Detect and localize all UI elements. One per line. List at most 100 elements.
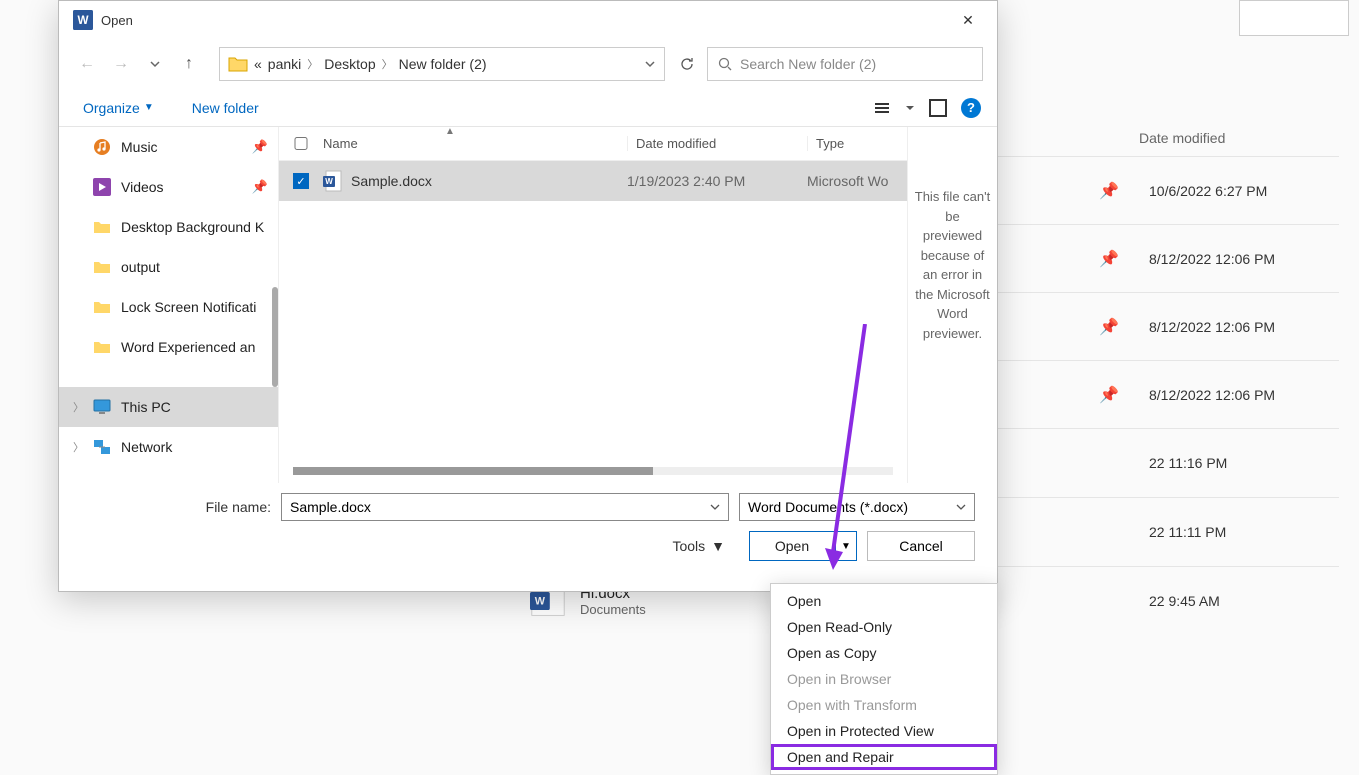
recent-dropdown[interactable] (141, 50, 169, 78)
tree-item-network[interactable]: 〉 Network (59, 427, 278, 467)
folder-icon (93, 259, 111, 275)
pin-icon[interactable]: 📌 (1099, 385, 1119, 405)
preview-pane-button[interactable] (929, 99, 947, 117)
refresh-button[interactable] (673, 50, 701, 78)
combo-dropdown-icon[interactable] (956, 502, 966, 512)
horizontal-scrollbar[interactable] (293, 467, 893, 475)
newfolder-label: New folder (192, 100, 259, 116)
chevron-right-icon[interactable]: 〉 (73, 439, 84, 455)
tree-item-this-pc[interactable]: 〉 This PC (59, 387, 278, 427)
breadcrumb-item[interactable]: New folder (2) (399, 56, 487, 72)
address-dropdown-icon[interactable] (644, 58, 656, 70)
tree-item-folder[interactable]: Lock Screen Notificati (59, 287, 278, 327)
new-folder-button[interactable]: New folder (184, 96, 267, 120)
forward-button[interactable]: → (107, 50, 135, 78)
breadcrumb-truncate: « (254, 56, 262, 72)
cancel-button[interactable]: Cancel (867, 531, 975, 561)
tree-label: Lock Screen Notificati (121, 299, 256, 315)
help-button[interactable]: ? (961, 98, 981, 118)
file-name: Sample.docx (351, 173, 627, 189)
tree-item-music[interactable]: Music📌 (59, 127, 278, 167)
view-list-icon[interactable] (873, 101, 891, 115)
menu-open-protected[interactable]: Open in Protected View (771, 718, 997, 744)
open-split-button[interactable]: Open ▼ (749, 531, 857, 561)
dialog-title: Open (101, 13, 133, 28)
tree-item-folder[interactable]: output (59, 247, 278, 287)
file-filter-dropdown[interactable]: Word Documents (*.docx) (739, 493, 975, 521)
folder-tree[interactable]: Music📌 Videos 📌 Desktop Background K outp… (59, 127, 279, 483)
col-name[interactable]: Name▲ (323, 136, 627, 151)
open-dropdown-button[interactable]: ▼ (835, 531, 857, 561)
row-checkbox[interactable]: ✓ (293, 173, 309, 189)
caret-down-icon: ▼ (711, 538, 725, 554)
folder-icon (93, 299, 111, 315)
menu-open-repair[interactable]: Open and Repair (771, 744, 997, 770)
file-date: 22 11:11 PM (1149, 524, 1329, 540)
open-dialog: W Open ✕ ← → ↑ « panki 〉 Desktop 〉 New f… (58, 0, 998, 592)
pin-icon: 📌 (252, 179, 268, 195)
pc-icon (93, 399, 111, 415)
tree-item-folder[interactable]: Desktop Background K (59, 207, 278, 247)
file-date: 8/12/2022 12:06 PM (1149, 387, 1329, 403)
breadcrumb-item[interactable]: panki (268, 56, 301, 72)
folder-icon (93, 339, 111, 355)
chevron-right-icon[interactable]: 〉 (73, 399, 84, 415)
filename-input[interactable]: Sample.docx (281, 493, 729, 521)
address-bar[interactable]: « panki 〉 Desktop 〉 New folder (2) (219, 47, 665, 81)
word-doc-icon: W (323, 170, 343, 192)
svg-text:W: W (325, 177, 333, 186)
network-icon (93, 439, 111, 455)
breadcrumb-item[interactable]: Desktop (324, 56, 375, 72)
search-placeholder: Search New folder (2) (740, 56, 876, 72)
header-date-modified: Date modified (1139, 130, 1319, 146)
search-icon (718, 57, 732, 71)
pin-icon[interactable]: 📌 (1099, 181, 1119, 201)
preview-pane: This file can't be previewed because of … (907, 127, 997, 483)
breadcrumb-sep-icon: 〉 (382, 56, 393, 72)
up-button[interactable]: ↑ (175, 50, 203, 78)
menu-open[interactable]: Open (771, 588, 997, 614)
tree-item-folder[interactable]: Word Experienced an (59, 327, 278, 367)
filename-label: File name: (81, 499, 271, 515)
tree-label: output (121, 259, 160, 275)
tree-label: Word Experienced an (121, 339, 255, 355)
tree-label: Network (121, 439, 172, 455)
pin-icon[interactable]: 📌 (1099, 249, 1119, 269)
tools-button[interactable]: Tools ▼ (672, 538, 725, 554)
folder-icon (228, 55, 248, 73)
toolbar: Organize▼ New folder ? (59, 89, 997, 127)
tree-item-videos[interactable]: Videos 📌 (59, 167, 278, 207)
dialog-body: Music📌 Videos 📌 Desktop Background K outp… (59, 127, 997, 483)
file-date: 8/12/2022 12:06 PM (1149, 319, 1329, 335)
tree-scrollbar[interactable] (272, 287, 278, 387)
music-icon (93, 138, 111, 156)
tree-label: This PC (121, 399, 171, 415)
scrollbar-thumb[interactable] (293, 467, 653, 475)
select-all-checkbox[interactable] (293, 137, 309, 150)
pin-icon[interactable]: 📌 (1099, 317, 1119, 337)
file-date: 22 11:16 PM (1149, 455, 1329, 471)
menu-open-readonly[interactable]: Open Read-Only (771, 614, 997, 640)
file-date: 1/19/2023 2:40 PM (627, 173, 807, 189)
combo-dropdown-icon[interactable] (710, 502, 720, 512)
open-button[interactable]: Open (749, 531, 835, 561)
close-button[interactable]: ✕ (945, 4, 991, 36)
search-input[interactable]: Search New folder (2) (707, 47, 983, 81)
organize-button[interactable]: Organize▼ (75, 96, 162, 120)
col-date[interactable]: Date modified (627, 136, 807, 151)
tree-label: Desktop Background K (121, 219, 264, 235)
menu-open-copy[interactable]: Open as Copy (771, 640, 997, 666)
view-dropdown-icon[interactable] (905, 103, 915, 113)
col-type[interactable]: Type (807, 136, 907, 151)
sort-asc-icon: ▲ (445, 126, 455, 137)
menu-open-transform: Open with Transform (771, 692, 997, 718)
tools-label: Tools (672, 538, 705, 554)
svg-text:W: W (535, 596, 546, 608)
bg-search-box[interactable] (1239, 0, 1349, 36)
back-button[interactable]: ← (73, 50, 101, 78)
file-row[interactable]: ✓ W Sample.docx 1/19/2023 2:40 PM Micros… (279, 161, 907, 201)
file-date: 10/6/2022 6:27 PM (1149, 183, 1329, 199)
tree-label: Videos (121, 179, 164, 195)
svg-text:W: W (77, 14, 88, 27)
filter-value: Word Documents (*.docx) (748, 499, 908, 515)
